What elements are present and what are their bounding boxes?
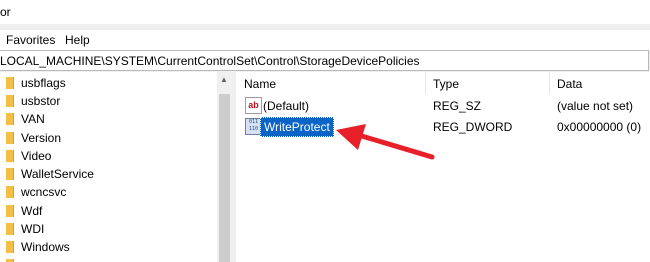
annotation-arrow — [336, 124, 435, 160]
